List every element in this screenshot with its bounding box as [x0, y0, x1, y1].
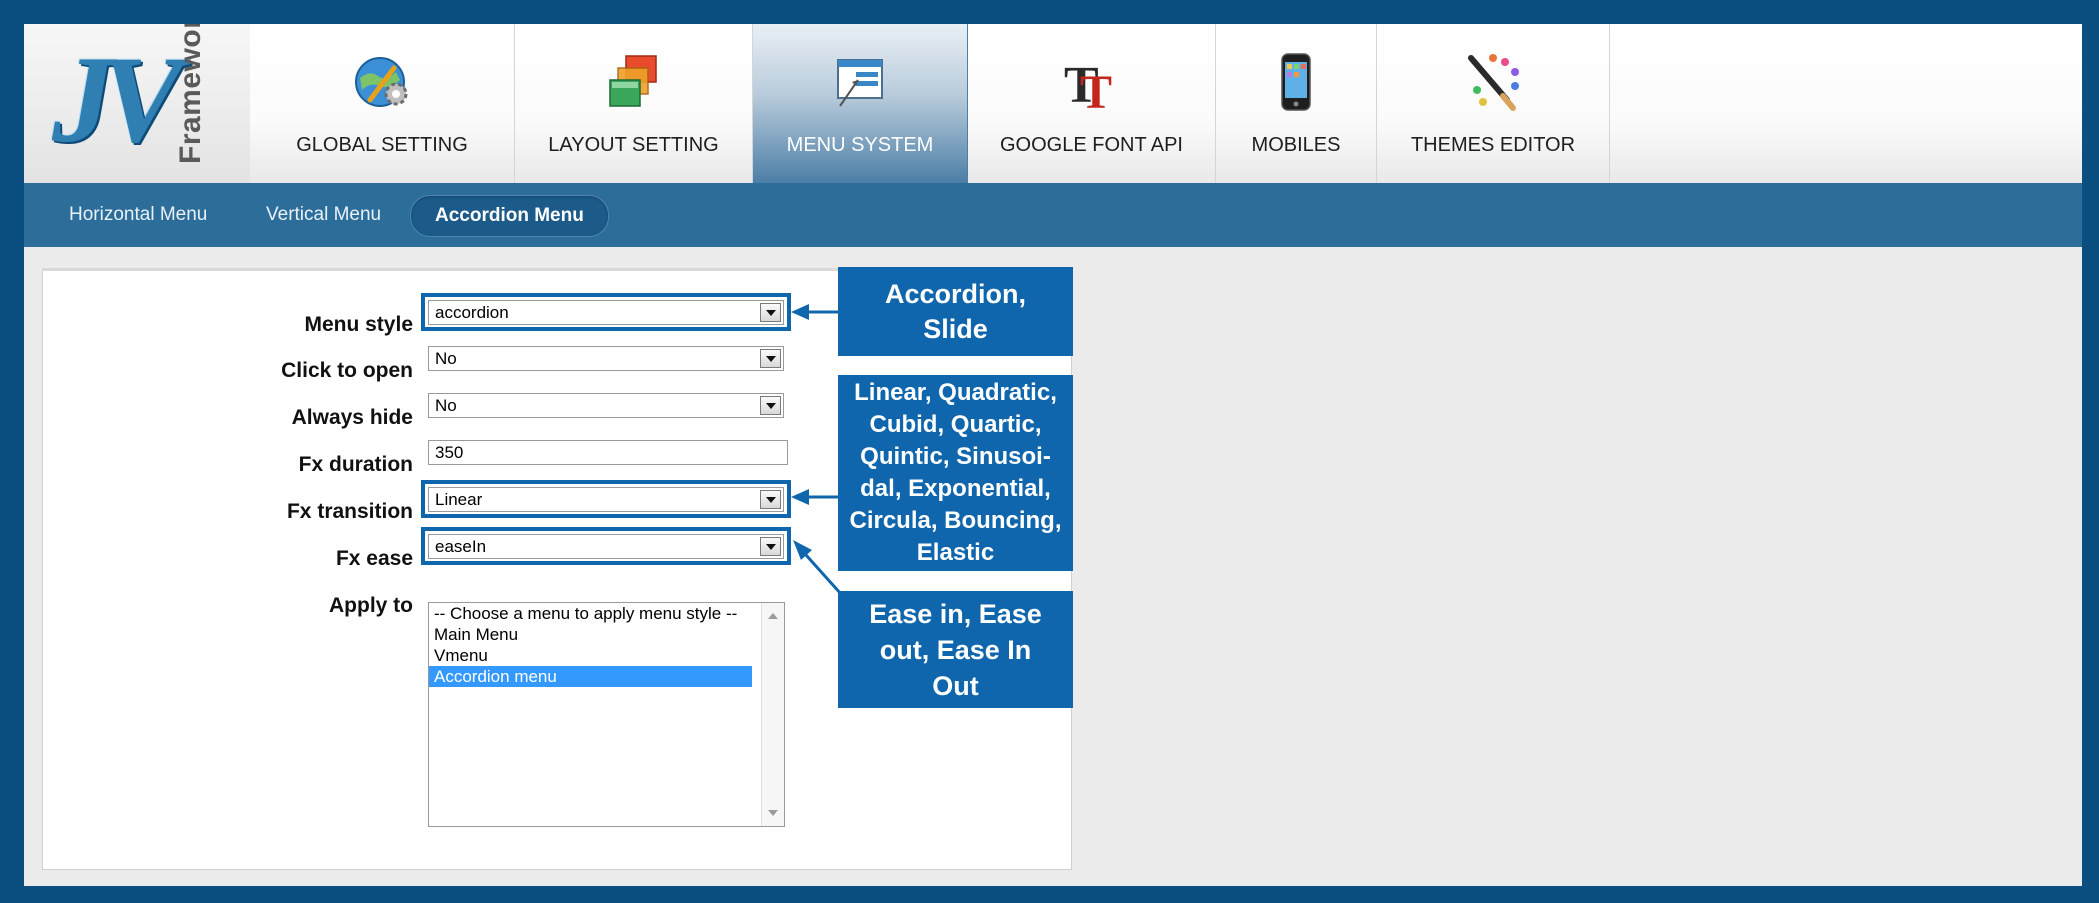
- menu-style-select[interactable]: accordion: [428, 300, 784, 325]
- fx-duration-input[interactable]: 350: [428, 440, 788, 465]
- callout-ease-options: Ease in, Ease out, Ease In Out: [838, 591, 1073, 708]
- app-frame: JV Framework GLOBAL SETTING LAYOUT SETTI…: [24, 24, 2082, 886]
- click-to-open-select[interactable]: No: [428, 346, 784, 371]
- tab-label: MENU SYSTEM: [786, 134, 934, 156]
- jv-framework-logo: JV Framework: [24, 24, 250, 183]
- stacked-layers-icon: [608, 55, 657, 107]
- chevron-down-icon: [760, 490, 781, 509]
- select-value: easeIn: [435, 537, 487, 556]
- list-option-selected[interactable]: Accordion menu: [429, 666, 752, 687]
- list-option[interactable]: -- Choose a menu to apply menu style --: [429, 603, 752, 624]
- tab-label: MOBILES: [1251, 134, 1341, 156]
- tab-themes-editor[interactable]: THEMES EDITOR: [1377, 24, 1610, 183]
- menu-window-icon: [837, 59, 883, 107]
- tab-layout-setting[interactable]: LAYOUT SETTING: [515, 24, 753, 183]
- logo-framework-text: Framework: [174, 24, 207, 164]
- svg-text:T: T: [1080, 66, 1112, 114]
- list-option[interactable]: Vmenu: [429, 645, 752, 666]
- always-hide-label: Always hide: [291, 406, 413, 429]
- fx-ease-label: Fx ease: [335, 547, 413, 570]
- chevron-down-icon: [760, 396, 781, 415]
- fx-duration-label: Fx duration: [298, 453, 413, 476]
- fx-transition-select[interactable]: Linear: [428, 487, 784, 512]
- tab-label: THEMES EDITOR: [1410, 134, 1576, 156]
- menu-style-label: Menu style: [304, 313, 413, 336]
- select-value: accordion: [435, 303, 509, 322]
- tab-label: GLOBAL SETTING: [296, 134, 468, 156]
- apply-to-label: Apply to: [329, 594, 413, 617]
- subnav-vertical-menu[interactable]: Vertical Menu: [266, 195, 381, 235]
- logo-jv-text: JV: [52, 31, 183, 168]
- chevron-down-icon: [760, 537, 781, 556]
- tab-global-setting[interactable]: GLOBAL SETTING: [250, 24, 515, 183]
- callout-transition-options: Linear, Quadratic, Cubid, Quartic, Quint…: [838, 375, 1073, 571]
- chevron-down-icon: [760, 303, 781, 322]
- scroll-up-icon[interactable]: [768, 613, 778, 619]
- font-tt-icon: T T: [1064, 57, 1112, 114]
- apply-to-listbox[interactable]: -- Choose a menu to apply menu style -- …: [428, 602, 785, 827]
- click-to-open-label: Click to open: [281, 359, 413, 382]
- tab-label: GOOGLE FONT API: [999, 134, 1183, 156]
- select-value: No: [435, 396, 457, 415]
- tab-google-font-api[interactable]: T T GOOGLE FONT API: [968, 24, 1216, 183]
- subnav-accordion-menu[interactable]: Accordion Menu: [410, 195, 609, 237]
- list-option[interactable]: Main Menu: [429, 624, 752, 645]
- always-hide-select[interactable]: No: [428, 393, 784, 418]
- fx-ease-select[interactable]: easeIn: [428, 534, 784, 559]
- tab-menu-system[interactable]: MENU SYSTEM: [753, 24, 968, 183]
- palette-brush-icon: [1468, 54, 1519, 111]
- mobile-phone-icon: [1281, 53, 1311, 111]
- callout-menu-style-options: Accordion, Slide: [838, 267, 1073, 356]
- sub-navigation: Horizontal Menu Vertical Menu Accordion …: [24, 183, 2082, 247]
- chevron-down-icon: [760, 349, 781, 368]
- tab-mobiles[interactable]: MOBILES: [1216, 24, 1377, 183]
- listbox-scrollbar[interactable]: [761, 603, 784, 826]
- scroll-down-icon[interactable]: [768, 810, 778, 816]
- subnav-horizontal-menu[interactable]: Horizontal Menu: [69, 195, 207, 235]
- fx-transition-label: Fx transition: [286, 500, 413, 523]
- top-toolbar: JV Framework GLOBAL SETTING LAYOUT SETTI…: [24, 24, 2082, 184]
- select-value: Linear: [435, 490, 483, 509]
- globe-gear-icon: [355, 57, 408, 107]
- select-value: No: [435, 349, 457, 368]
- tab-label: LAYOUT SETTING: [548, 134, 719, 156]
